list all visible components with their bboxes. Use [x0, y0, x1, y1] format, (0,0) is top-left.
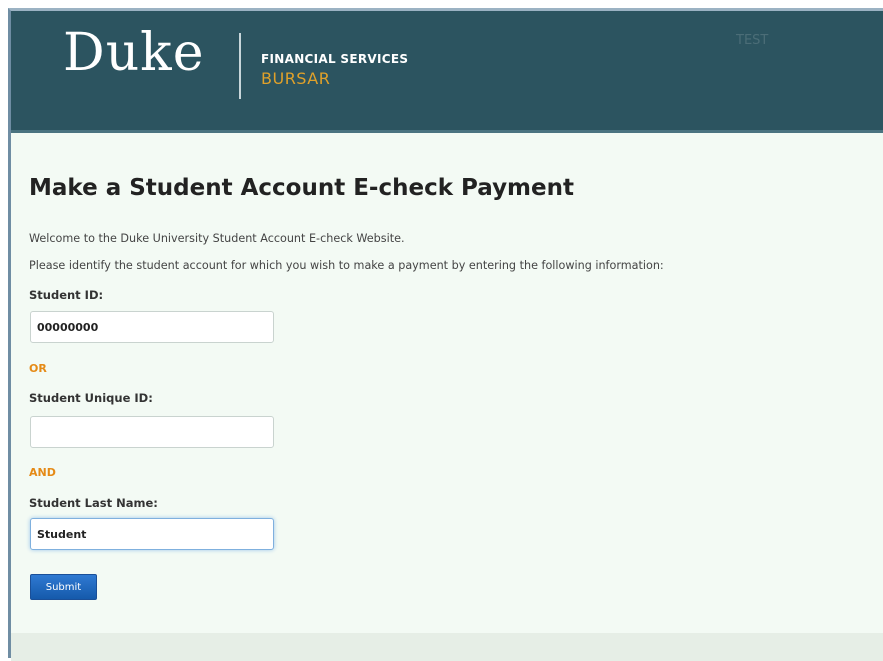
logo-divider	[239, 33, 241, 99]
student-last-name-label: Student Last Name:	[29, 496, 158, 510]
student-unique-id-input[interactable]	[30, 416, 274, 448]
main-content: Make a Student Account E-check Payment W…	[11, 133, 883, 633]
department-label: BURSAR	[261, 69, 331, 88]
student-unique-id-label: Student Unique ID:	[29, 391, 153, 405]
division-label: FINANCIAL SERVICES	[261, 52, 409, 66]
student-id-input[interactable]	[30, 311, 274, 343]
or-separator: OR	[29, 362, 47, 375]
student-id-label: Student ID:	[29, 288, 104, 302]
page-title: Make a Student Account E-check Payment	[29, 175, 574, 201]
student-last-name-input[interactable]	[30, 518, 274, 550]
and-separator: AND	[29, 466, 56, 479]
duke-logo[interactable]: Duke	[63, 27, 204, 79]
environment-tag: TEST	[736, 33, 769, 48]
page-frame: Duke FINANCIAL SERVICES BURSAR TEST Make…	[8, 8, 883, 661]
submit-button[interactable]: Submit	[30, 574, 97, 600]
page-footer	[11, 633, 883, 661]
site-header: Duke FINANCIAL SERVICES BURSAR TEST	[11, 11, 883, 133]
welcome-text: Welcome to the Duke University Student A…	[29, 232, 405, 245]
instruction-text: Please identify the student account for …	[29, 259, 664, 272]
